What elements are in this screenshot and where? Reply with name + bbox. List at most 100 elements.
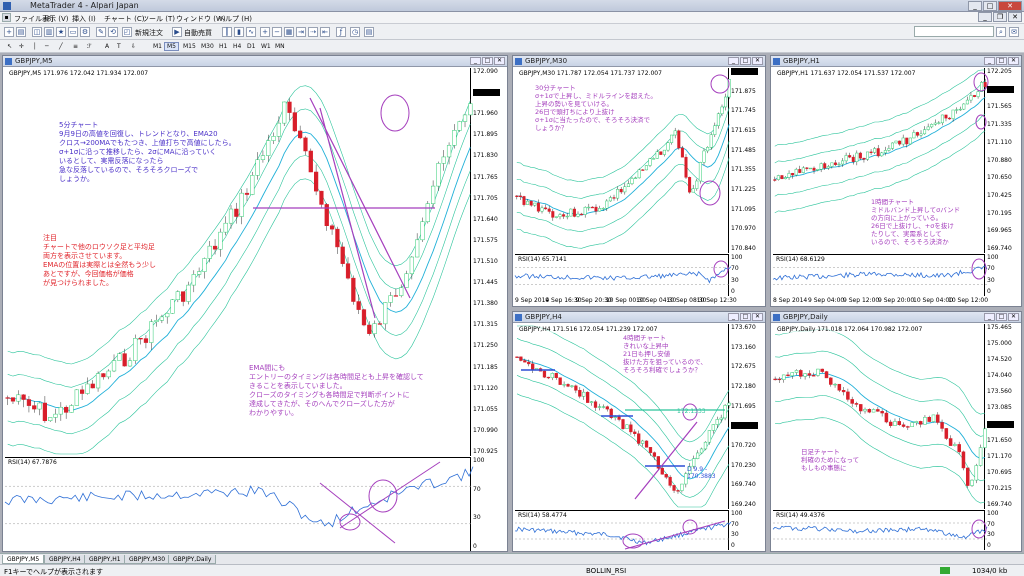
tab-gbpjpy-m5[interactable]: GBPJPY,M5 bbox=[2, 555, 45, 564]
price-scale-label: 100 bbox=[473, 457, 485, 464]
trend-line-icon[interactable]: ╱ bbox=[56, 42, 66, 51]
horizontal-line-icon[interactable]: ─ bbox=[42, 42, 52, 51]
channel-icon[interactable]: ≡ bbox=[70, 42, 81, 51]
chart-window-h4[interactable]: GBPJPY,H4 _ □ ✕ GBPJPY,H4 171.516 172.054 … bbox=[512, 311, 766, 552]
rsi-pane[interactable]: RSI(14) 67.7876 bbox=[4, 457, 474, 551]
new-order-icon[interactable]: ◰ bbox=[122, 27, 132, 37]
text-icon[interactable]: A bbox=[102, 42, 112, 51]
tf-d1[interactable]: D1 bbox=[244, 42, 258, 51]
auto-trading-button[interactable]: 自動売買 bbox=[184, 28, 212, 38]
bull-candle bbox=[794, 370, 799, 373]
chart-window-m5[interactable]: GBPJPY,M5 _ □ ✕ GBPJPY,M5 171.976 172.042 … bbox=[2, 55, 508, 552]
periods-icon[interactable]: ◷ bbox=[350, 27, 360, 37]
chart-title-bar[interactable]: GBPJPY,M5 _ □ ✕ bbox=[3, 56, 507, 67]
terminal-icon[interactable]: ▭ bbox=[68, 27, 78, 37]
price-scale[interactable]: 175.465 175.000 174.520 174.040 173.560 173.0… bbox=[985, 324, 1021, 509]
minimize-button[interactable]: _ bbox=[968, 1, 982, 11]
vertical-line-icon[interactable]: │ bbox=[30, 42, 40, 51]
chart-title-bar[interactable]: GBPJPY,Daily _ □ ✕ bbox=[771, 312, 1021, 323]
chart-maximize-button[interactable]: □ bbox=[996, 313, 1007, 321]
tf-mn[interactable]: MN bbox=[272, 42, 288, 51]
tf-m1[interactable]: M1 bbox=[150, 42, 165, 51]
menu-help[interactable]: ヘルプ (H) bbox=[218, 14, 252, 24]
chart-title-bar[interactable]: GBPJPY,H1 _ □ ✕ bbox=[771, 56, 1021, 67]
chart-window-m30[interactable]: GBPJPY,M30 _ □ ✕ GBPJPY,M30 171.787 172.05… bbox=[512, 55, 766, 307]
data-window-icon[interactable]: ▥ bbox=[44, 27, 54, 37]
search-input[interactable] bbox=[914, 26, 994, 37]
zoom-in-icon[interactable]: + bbox=[260, 27, 270, 37]
chart-minimize-button[interactable]: _ bbox=[728, 57, 739, 65]
history-icon[interactable]: ⟲ bbox=[108, 27, 118, 37]
rsi-pane[interactable]: RSI(14) 49.4376 bbox=[772, 510, 988, 550]
navigator-icon[interactable]: ★ bbox=[56, 27, 66, 37]
rsi-pane[interactable]: RSI(14) 68.6129 bbox=[772, 254, 988, 296]
chart-close-button[interactable]: ✕ bbox=[752, 57, 763, 65]
templates-icon[interactable]: ▤ bbox=[364, 27, 374, 37]
chart-close-button[interactable]: ✕ bbox=[1008, 57, 1019, 65]
tf-m30[interactable]: M30 bbox=[198, 42, 217, 51]
menu-tools[interactable]: ツール (T) bbox=[142, 14, 175, 24]
chart-minimize-button[interactable]: _ bbox=[984, 57, 995, 65]
tab-gbpjpy-daily[interactable]: GBPJPY,Daily bbox=[168, 555, 217, 564]
tab-gbpjpy-m30[interactable]: GBPJPY,M30 bbox=[124, 555, 171, 564]
chart-minimize-button[interactable]: _ bbox=[728, 313, 739, 321]
tab-gbpjpy-h1[interactable]: GBPJPY,H1 bbox=[84, 555, 126, 564]
meta-editor-icon[interactable]: ✎ bbox=[96, 27, 106, 37]
tester-icon[interactable]: ⚙ bbox=[80, 27, 90, 37]
mdi-restore-button[interactable]: ❐ bbox=[993, 12, 1007, 22]
mdi-minimize-button[interactable]: _ bbox=[978, 12, 992, 22]
chart-close-button[interactable]: ✕ bbox=[494, 57, 505, 65]
candlestick-icon[interactable]: ▮ bbox=[234, 27, 244, 37]
tile-windows-icon[interactable]: ▦ bbox=[284, 27, 294, 37]
chart-title-bar[interactable]: GBPJPY,H4 _ □ ✕ bbox=[513, 312, 765, 323]
price-scale[interactable]: 172.007 171.875 171.745 171.615 171.485 171.3… bbox=[729, 68, 765, 253]
autoscroll-icon[interactable]: ⇢ bbox=[308, 27, 318, 37]
rsi-pane[interactable]: RSI(14) 58.4774 bbox=[514, 510, 732, 550]
chart-maximize-button[interactable]: □ bbox=[482, 57, 493, 65]
new-order-button[interactable]: 新規注文 bbox=[135, 28, 163, 38]
chart-window-daily[interactable]: GBPJPY,Daily _ □ ✕ GBPJPY,Daily 171.018 17… bbox=[770, 311, 1022, 552]
rsi-pane[interactable]: RSI(14) 65.7141 bbox=[514, 254, 732, 296]
zoom-out-icon[interactable]: − bbox=[272, 27, 282, 37]
chart-window-h1[interactable]: GBPJPY,H1 _ □ ✕ GBPJPY,H1 171.637 172.054 … bbox=[770, 55, 1022, 307]
chart-maximize-button[interactable]: □ bbox=[740, 57, 751, 65]
fibonacci-icon[interactable]: ℱ bbox=[84, 42, 95, 51]
search-icon[interactable]: ⌕ bbox=[996, 27, 1006, 37]
indicators-icon[interactable]: ƒ bbox=[336, 27, 346, 37]
mail-icon[interactable]: ✉ bbox=[1009, 27, 1019, 37]
chart-maximize-button[interactable]: □ bbox=[740, 313, 751, 321]
chart-shift-icon[interactable]: ⇥ bbox=[296, 27, 306, 37]
chart-end-icon[interactable]: ⇤ bbox=[320, 27, 330, 37]
price-plot[interactable]: GBPJPY,Daily 171.018 172.064 170.982 172… bbox=[773, 324, 987, 509]
mdi-close-button[interactable]: ✕ bbox=[1008, 12, 1022, 22]
tf-h4[interactable]: H4 bbox=[230, 42, 244, 51]
chart-maximize-button[interactable]: □ bbox=[996, 57, 1007, 65]
text-label-icon[interactable]: T bbox=[114, 42, 124, 51]
cursor-icon[interactable]: ↖ bbox=[4, 42, 15, 51]
arrows-icon[interactable]: ⇩ bbox=[128, 42, 139, 51]
close-button[interactable]: ✕ bbox=[998, 1, 1022, 11]
maximize-button[interactable]: □ bbox=[983, 1, 997, 11]
chart-minimize-button[interactable]: _ bbox=[984, 313, 995, 321]
auto-trading-icon[interactable]: ▶ bbox=[172, 27, 182, 37]
chart-close-button[interactable]: ✕ bbox=[1008, 313, 1019, 321]
line-chart-icon[interactable]: ∿ bbox=[246, 27, 256, 37]
tf-h1[interactable]: H1 bbox=[216, 42, 230, 51]
tf-m5[interactable]: M5 bbox=[164, 42, 179, 51]
bar-chart-icon[interactable]: ┃ bbox=[222, 27, 232, 37]
chart-minimize-button[interactable]: _ bbox=[470, 57, 481, 65]
price-scale-label: 171.380 bbox=[473, 300, 498, 308]
menu-insert[interactable]: 挿入 (I) bbox=[72, 14, 96, 24]
profiles-icon[interactable]: ▤ bbox=[16, 27, 26, 37]
market-watch-icon[interactable]: ◫ bbox=[32, 27, 42, 37]
price-scale[interactable]: 172.205 172.007 171.565 171.335 171.110 170.8… bbox=[985, 68, 1021, 253]
menu-chart[interactable]: チャート (C) bbox=[104, 14, 145, 24]
crosshair-icon[interactable]: ✛ bbox=[16, 42, 27, 51]
new-chart-icon[interactable]: + bbox=[4, 27, 14, 37]
chart-title-bar[interactable]: GBPJPY,M30 _ □ ✕ bbox=[513, 56, 765, 67]
chart-close-button[interactable]: ✕ bbox=[752, 313, 763, 321]
menu-view[interactable]: 表示 (V) bbox=[42, 14, 68, 24]
tf-m15[interactable]: M15 bbox=[180, 42, 199, 51]
tab-gbpjpy-h4[interactable]: GBPJPY,H4 bbox=[44, 555, 86, 564]
mdi-icon[interactable]: ▪ bbox=[2, 13, 11, 22]
